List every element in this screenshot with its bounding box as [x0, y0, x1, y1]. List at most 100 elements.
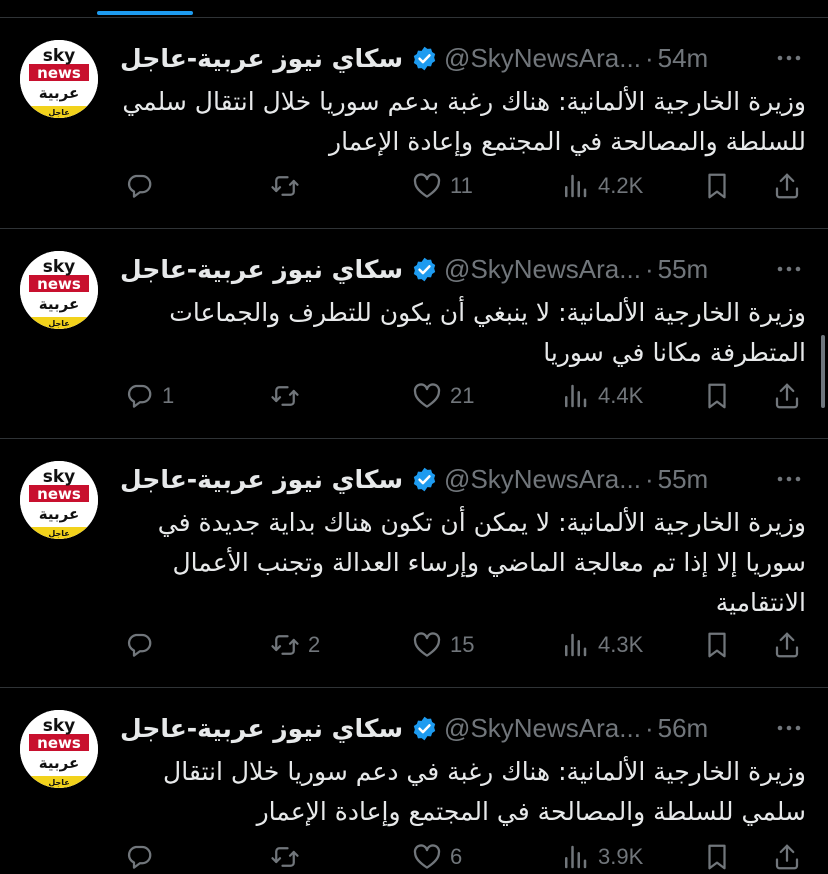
- svg-text:عربية: عربية: [39, 84, 79, 102]
- views-icon: [560, 381, 590, 411]
- tweet-header: سكاي نيوز عربية-عاجل @SkyNewsAra... · 56…: [120, 710, 804, 746]
- svg-text:عربية: عربية: [39, 754, 79, 772]
- retweet-icon: [270, 842, 300, 872]
- author-name[interactable]: سكاي نيوز عربية-عاجل: [120, 714, 403, 743]
- tweet[interactable]: sky news عربية عاجل سكاي نيوز عربية-عاجل…: [0, 439, 828, 688]
- tweet-actions: 1 21 4.4K: [120, 376, 808, 416]
- more-options-icon[interactable]: [774, 255, 804, 283]
- reply-button[interactable]: [124, 837, 162, 874]
- like-count: 6: [450, 844, 463, 869]
- author-handle[interactable]: @SkyNewsAra...: [444, 464, 641, 495]
- views-button[interactable]: 3.9K: [560, 837, 643, 874]
- verified-badge-icon: [411, 715, 438, 742]
- tweet-text: وزيرة الخارجية الألمانية: هناك رغبة بدعم…: [122, 87, 806, 156]
- avatar[interactable]: sky news عربية عاجل: [20, 461, 98, 539]
- more-options-icon[interactable]: [774, 714, 804, 742]
- svg-text:sky: sky: [43, 716, 76, 736]
- share-icon: [772, 630, 802, 660]
- timestamp[interactable]: 54m: [658, 43, 709, 74]
- author-name[interactable]: سكاي نيوز عربية-عاجل: [120, 465, 403, 494]
- separator-dot: ·: [644, 463, 654, 494]
- views-button[interactable]: 4.3K: [560, 625, 643, 665]
- heart-icon: [412, 842, 442, 872]
- bookmark-button[interactable]: [702, 166, 732, 206]
- like-button[interactable]: 15: [412, 625, 474, 665]
- reply-icon: [124, 630, 154, 660]
- scrollbar[interactable]: [821, 335, 825, 408]
- svg-text:sky: sky: [43, 467, 76, 487]
- reply-icon: [124, 381, 154, 411]
- svg-text:عاجل: عاجل: [48, 778, 69, 787]
- more-options-icon[interactable]: [774, 44, 804, 72]
- heart-icon: [412, 171, 442, 201]
- timestamp[interactable]: 55m: [658, 464, 709, 495]
- views-button[interactable]: 4.4K: [560, 376, 643, 416]
- share-button[interactable]: [772, 166, 802, 206]
- like-count: 11: [450, 173, 473, 198]
- like-button[interactable]: 6: [412, 837, 462, 874]
- bookmark-button[interactable]: [702, 376, 732, 416]
- svg-text:news: news: [37, 734, 81, 752]
- share-icon: [772, 381, 802, 411]
- avatar[interactable]: sky news عربية عاجل: [20, 40, 98, 118]
- tweet-actions: 2 15 4.3K: [120, 625, 808, 665]
- view-count: 3.9K: [598, 844, 644, 869]
- views-icon: [560, 171, 590, 201]
- share-button[interactable]: [772, 376, 802, 416]
- retweet-button[interactable]: [270, 837, 308, 874]
- separator-dot: ·: [644, 253, 654, 284]
- reply-button[interactable]: [124, 166, 162, 206]
- heart-icon: [412, 630, 442, 660]
- timestamp[interactable]: 55m: [658, 254, 709, 285]
- reply-button[interactable]: 1: [124, 376, 174, 416]
- share-button[interactable]: [772, 837, 802, 874]
- view-count: 4.3K: [598, 632, 644, 657]
- verified-badge-icon: [411, 466, 438, 493]
- timestamp[interactable]: 56m: [658, 713, 709, 744]
- bookmark-button[interactable]: [702, 837, 732, 874]
- tweet[interactable]: sky news عربية عاجل سكاي نيوز عربية-عاجل…: [0, 18, 828, 229]
- tweet-header: سكاي نيوز عربية-عاجل @SkyNewsAra... · 55…: [120, 461, 804, 497]
- author-name[interactable]: سكاي نيوز عربية-عاجل: [120, 255, 403, 284]
- svg-text:عربية: عربية: [39, 295, 79, 313]
- like-button[interactable]: 11: [412, 166, 473, 206]
- reply-count: 1: [162, 383, 175, 408]
- verified-badge-icon: [411, 45, 438, 72]
- tweet[interactable]: sky news عربية عاجل سكاي نيوز عربية-عاجل…: [0, 229, 828, 439]
- bookmark-icon: [702, 381, 732, 411]
- svg-text:sky: sky: [43, 46, 76, 66]
- bookmark-icon: [702, 630, 732, 660]
- tweet[interactable]: sky news عربية عاجل سكاي نيوز عربية-عاجل…: [0, 688, 828, 874]
- retweet-button[interactable]: [270, 166, 308, 206]
- svg-text:news: news: [37, 275, 81, 293]
- bookmark-button[interactable]: [702, 625, 732, 665]
- like-count: 15: [450, 632, 475, 657]
- bookmark-icon: [702, 842, 732, 872]
- reply-button[interactable]: [124, 625, 162, 665]
- verified-badge-icon: [411, 256, 438, 283]
- tweet-actions: 6 3.9K: [120, 837, 808, 874]
- author-handle[interactable]: @SkyNewsAra...: [444, 713, 641, 744]
- tweet-actions: 11 4.2K: [120, 166, 808, 206]
- like-button[interactable]: 21: [412, 376, 474, 416]
- author-handle[interactable]: @SkyNewsAra...: [444, 254, 641, 285]
- heart-icon: [412, 381, 442, 411]
- svg-text:عربية: عربية: [39, 505, 79, 523]
- author-name[interactable]: سكاي نيوز عربية-عاجل: [120, 44, 403, 73]
- retweet-button[interactable]: [270, 376, 308, 416]
- tweet-text: وزيرة الخارجية الألمانية: هناك رغبة في د…: [163, 757, 806, 826]
- tweet-text: وزيرة الخارجية الألمانية: لا ينبغي أن يك…: [169, 298, 806, 367]
- reply-icon: [124, 171, 154, 201]
- views-button[interactable]: 4.2K: [560, 166, 643, 206]
- avatar[interactable]: sky news عربية عاجل: [20, 251, 98, 329]
- share-button[interactable]: [772, 625, 802, 665]
- retweet-button[interactable]: 2: [270, 625, 320, 665]
- retweet-icon: [270, 630, 300, 660]
- views-icon: [560, 842, 590, 872]
- view-count: 4.4K: [598, 383, 644, 408]
- retweet-icon: [270, 171, 300, 201]
- author-handle[interactable]: @SkyNewsAra...: [444, 43, 641, 74]
- retweet-icon: [270, 381, 300, 411]
- avatar[interactable]: sky news عربية عاجل: [20, 710, 98, 788]
- more-options-icon[interactable]: [774, 465, 804, 493]
